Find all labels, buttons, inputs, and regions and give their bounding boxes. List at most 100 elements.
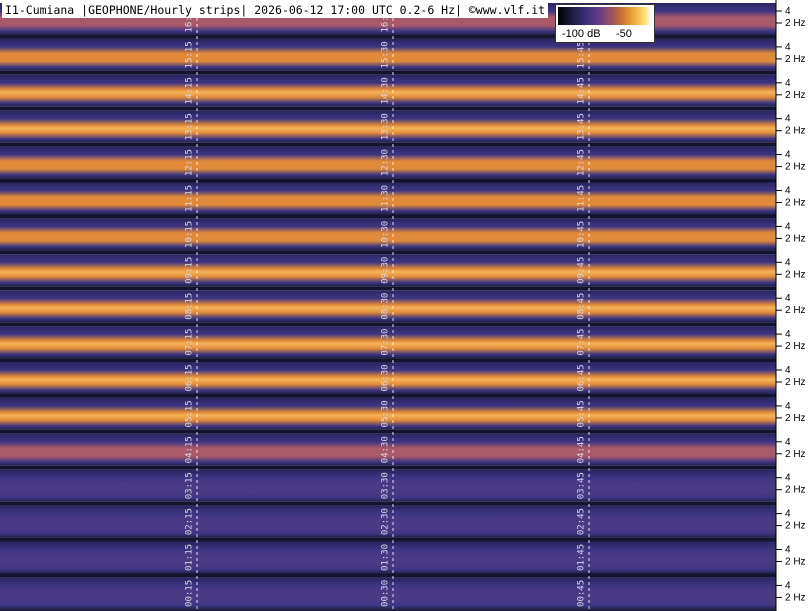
minute-label: 11:30 bbox=[381, 185, 391, 212]
minute-label: 02:30 bbox=[381, 508, 391, 535]
strip-separator bbox=[0, 35, 776, 39]
freq-label-2hz: 2 Hz bbox=[785, 198, 806, 209]
freq-label-4: 4 bbox=[785, 114, 791, 125]
strip-separator bbox=[0, 322, 776, 327]
freq-label-2hz: 2 Hz bbox=[785, 126, 806, 137]
freq-label-2hz: 2 Hz bbox=[785, 557, 806, 568]
freq-label-4: 4 bbox=[785, 186, 791, 197]
freq-label-2hz: 2 Hz bbox=[785, 413, 806, 424]
freq-label-4: 4 bbox=[785, 257, 791, 268]
freq-label-4: 4 bbox=[785, 580, 791, 591]
minute-label: 14:15 bbox=[185, 77, 195, 104]
freq-label-2hz: 2 Hz bbox=[785, 377, 806, 388]
minute-label: 03:45 bbox=[577, 472, 587, 499]
minute-label: 06:30 bbox=[381, 364, 391, 391]
freq-label-4: 4 bbox=[785, 42, 791, 53]
freq-label-2hz: 2 Hz bbox=[785, 305, 806, 316]
freq-label-4: 4 bbox=[785, 78, 791, 89]
minute-label: 13:45 bbox=[577, 113, 587, 140]
minute-label: 01:45 bbox=[577, 544, 587, 571]
minute-label: 07:15 bbox=[185, 329, 195, 356]
freq-label-2hz: 2 Hz bbox=[785, 90, 806, 101]
minute-label: 06:45 bbox=[577, 364, 587, 391]
minute-label: 13:30 bbox=[381, 113, 391, 140]
freq-label-2hz: 2 Hz bbox=[785, 54, 806, 65]
minute-label: 12:15 bbox=[185, 149, 195, 176]
minute-label: 08:15 bbox=[185, 293, 195, 320]
minute-label: 13:15 bbox=[185, 113, 195, 140]
freq-label-4: 4 bbox=[785, 437, 791, 448]
minute-label: 07:45 bbox=[577, 329, 587, 356]
freq-label-4: 4 bbox=[785, 221, 791, 232]
minute-label: 15:15 bbox=[185, 41, 195, 68]
minute-label: 02:15 bbox=[185, 508, 195, 535]
strip-separator bbox=[0, 537, 776, 542]
strip-separator bbox=[0, 70, 776, 75]
freq-label-4: 4 bbox=[785, 329, 791, 340]
minute-label: 00:45 bbox=[577, 580, 587, 607]
freq-label-4: 4 bbox=[785, 473, 791, 484]
colorbar-gradient bbox=[558, 7, 652, 25]
strip-separator bbox=[0, 142, 776, 147]
freq-label-4: 4 bbox=[785, 293, 791, 304]
minute-label: 10:45 bbox=[577, 221, 587, 248]
minute-label: 09:45 bbox=[577, 257, 587, 284]
minute-label: 06:15 bbox=[185, 364, 195, 391]
strip-separator bbox=[0, 465, 776, 470]
strip-separator bbox=[0, 214, 776, 219]
freq-label-2hz: 2 Hz bbox=[785, 269, 806, 280]
minute-label: 01:30 bbox=[381, 544, 391, 571]
freq-label-4: 4 bbox=[785, 365, 791, 376]
minute-label: 05:30 bbox=[381, 400, 391, 427]
freq-label-2hz: 2 Hz bbox=[785, 449, 806, 460]
strip-separator bbox=[0, 178, 776, 183]
minute-label: 15:45 bbox=[577, 41, 587, 68]
strip-separator bbox=[0, 106, 776, 111]
minute-label: 03:30 bbox=[381, 472, 391, 499]
minute-label: 00:15 bbox=[185, 580, 195, 607]
strip-separator bbox=[0, 250, 776, 255]
minute-label: 07:30 bbox=[381, 329, 391, 356]
minute-label: 11:45 bbox=[577, 185, 587, 212]
freq-label-2hz: 2 Hz bbox=[785, 592, 806, 603]
minute-label: 14:30 bbox=[381, 77, 391, 104]
strip-separator bbox=[0, 501, 776, 506]
freq-label-4: 4 bbox=[785, 509, 791, 520]
minute-label: 00:30 bbox=[381, 580, 391, 607]
minute-label: 08:45 bbox=[577, 293, 587, 320]
colorbar-max-label: -50 bbox=[616, 28, 632, 40]
freq-label-4: 4 bbox=[785, 545, 791, 556]
freq-label-2hz: 2 Hz bbox=[785, 521, 806, 532]
freq-label-2hz: 2 Hz bbox=[785, 162, 806, 173]
minute-label: 11:15 bbox=[185, 185, 195, 212]
minute-label: 08:30 bbox=[381, 293, 391, 320]
freq-label-2hz: 2 Hz bbox=[785, 233, 806, 244]
freq-label-4: 4 bbox=[785, 6, 791, 17]
minute-label: 09:30 bbox=[381, 257, 391, 284]
minute-label: 15:30 bbox=[381, 41, 391, 68]
minute-label: 12:30 bbox=[381, 149, 391, 176]
strip-separator bbox=[0, 286, 776, 291]
strip-separator bbox=[0, 573, 776, 578]
minute-label: 12:45 bbox=[577, 149, 587, 176]
minute-label: 09:15 bbox=[185, 257, 195, 284]
minute-label: 01:15 bbox=[185, 544, 195, 571]
minute-label: 04:30 bbox=[381, 436, 391, 463]
freq-label-2hz: 2 Hz bbox=[785, 485, 806, 496]
chart-title: I1-Cumiana |GEOPHONE/Hourly strips| 2026… bbox=[2, 3, 549, 18]
freq-label-2hz: 2 Hz bbox=[785, 18, 806, 29]
minute-label: 04:15 bbox=[185, 436, 195, 463]
colorbar-legend: -100 dB -50 bbox=[555, 4, 655, 43]
strip-separator bbox=[0, 429, 776, 434]
minute-label: 05:15 bbox=[185, 400, 195, 427]
strip-separator bbox=[0, 358, 776, 362]
freq-label-2hz: 2 Hz bbox=[785, 341, 806, 352]
minute-label: 03:15 bbox=[185, 472, 195, 499]
minute-label: 02:45 bbox=[577, 508, 587, 535]
minute-label: 10:30 bbox=[381, 221, 391, 248]
freq-label-4: 4 bbox=[785, 150, 791, 161]
minute-label: 05:45 bbox=[577, 400, 587, 427]
freq-label-4: 4 bbox=[785, 401, 791, 412]
minute-label: 04:45 bbox=[577, 436, 587, 463]
minute-label: 10:15 bbox=[185, 221, 195, 248]
